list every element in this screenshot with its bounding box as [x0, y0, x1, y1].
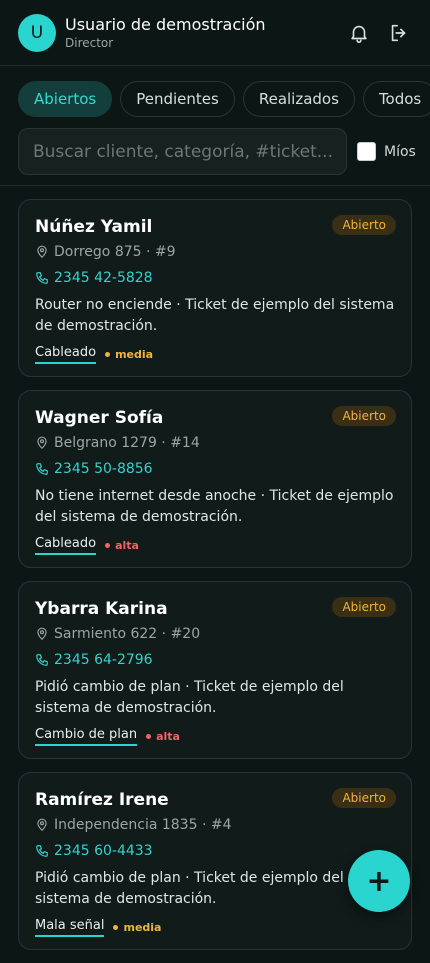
mine-filter[interactable]: Míos: [357, 142, 416, 161]
mine-label: Míos: [384, 143, 416, 160]
status-tabs: Abiertos Pendientes Realizados Todos: [18, 81, 430, 117]
status-badge: Abierto: [332, 215, 396, 235]
tab-abiertos[interactable]: Abiertos: [18, 81, 113, 117]
status-badge: Abierto: [332, 788, 396, 808]
ticket-card[interactable]: Ramírez Irene Abierto Independencia 1835…: [18, 772, 412, 950]
location-pin-icon: [37, 818, 47, 832]
category-tag: Cambio de plan: [35, 727, 138, 746]
ticket-footer: Mala señal media: [35, 918, 395, 937]
ticket-list: Núñez Yamil Abierto Dorrego 875 · #9 234…: [18, 199, 412, 963]
phone-link[interactable]: 2345 64-2796: [54, 652, 153, 668]
ticket-description: Pidió cambio de plan · Ticket de ejemplo…: [35, 870, 344, 907]
phone-row[interactable]: 2345 60-4433: [35, 841, 395, 861]
status-badge: Abierto: [332, 406, 396, 426]
priority-indicator: media: [113, 921, 161, 934]
phone-icon: [36, 463, 48, 475]
location-pin-icon: [37, 436, 47, 450]
phone-link[interactable]: 2345 42-5828: [54, 270, 153, 286]
phone-link[interactable]: 2345 60-4433: [54, 843, 153, 859]
priority-indicator: media: [105, 348, 153, 361]
priority-dot: [105, 352, 111, 357]
user-name: Usuario de demostración: [65, 14, 266, 34]
ticket-card[interactable]: Ybarra Karina Abierto Sarmiento 622 · #2…: [18, 581, 412, 759]
tab-pendientes[interactable]: Pendientes: [120, 81, 235, 117]
priority-dot: [105, 543, 111, 548]
category-tag: Cableado: [35, 345, 97, 364]
priority-dot: [146, 734, 152, 739]
phone-icon: [36, 654, 48, 666]
priority-label: alta: [115, 539, 139, 552]
bell-icon[interactable]: [346, 20, 372, 46]
add-ticket-button[interactable]: +: [348, 850, 410, 912]
logout-icon[interactable]: [386, 20, 412, 46]
ticket-description: Router no enciende · Ticket de ejemplo d…: [35, 297, 395, 334]
avatar[interactable]: U: [18, 13, 56, 52]
priority-label: media: [115, 348, 154, 361]
divider: [0, 185, 430, 186]
user-role: Director: [65, 35, 114, 50]
priority-label: media: [123, 921, 162, 934]
address-row: Independencia 1835 · #4: [35, 815, 395, 835]
address: Dorrego 875 · #9: [54, 244, 176, 260]
priority-indicator: alta: [105, 539, 139, 552]
ticket-footer: Cableado alta: [35, 536, 395, 555]
priority-label: alta: [156, 730, 180, 743]
ticket-description: No tiene internet desde anoche · Ticket …: [35, 488, 394, 525]
status-badge: Abierto: [332, 597, 396, 617]
search-input[interactable]: [18, 128, 347, 175]
tab-realizados[interactable]: Realizados: [242, 81, 355, 117]
app-header: U Usuario de demostración Director: [0, 0, 430, 66]
category-tag: Cableado: [35, 536, 97, 555]
address: Independencia 1835 · #4: [54, 817, 232, 833]
ticket-description: Pidió cambio de plan · Ticket de ejemplo…: [35, 679, 344, 716]
user-info: Usuario de demostración Director: [65, 15, 332, 51]
location-pin-icon: [37, 627, 47, 641]
address-row: Sarmiento 622 · #20: [35, 624, 395, 644]
address: Sarmiento 622 · #20: [54, 626, 201, 642]
address-row: Belgrano 1279 · #14: [35, 433, 395, 453]
ticket-card[interactable]: Wagner Sofía Abierto Belgrano 1279 · #14…: [18, 390, 412, 568]
priority-indicator: alta: [146, 730, 180, 743]
priority-dot: [113, 925, 119, 930]
address-row: Dorrego 875 · #9: [35, 242, 395, 262]
mine-checkbox[interactable]: [357, 142, 376, 161]
location-pin-icon: [37, 245, 47, 259]
search-row: Míos: [18, 128, 430, 175]
address: Belgrano 1279 · #14: [54, 435, 200, 451]
phone-row[interactable]: 2345 64-2796: [35, 650, 395, 670]
phone-icon: [36, 272, 48, 284]
ticket-footer: Cambio de plan alta: [35, 727, 395, 746]
phone-row[interactable]: 2345 42-5828: [35, 268, 395, 288]
tab-todos[interactable]: Todos: [362, 81, 430, 117]
category-tag: Mala señal: [35, 918, 105, 937]
ticket-footer: Cableado media: [35, 345, 395, 364]
phone-row[interactable]: 2345 50-8856: [35, 459, 395, 479]
phone-link[interactable]: 2345 50-8856: [54, 461, 153, 477]
phone-icon: [36, 845, 48, 857]
ticket-card[interactable]: Núñez Yamil Abierto Dorrego 875 · #9 234…: [18, 199, 412, 377]
